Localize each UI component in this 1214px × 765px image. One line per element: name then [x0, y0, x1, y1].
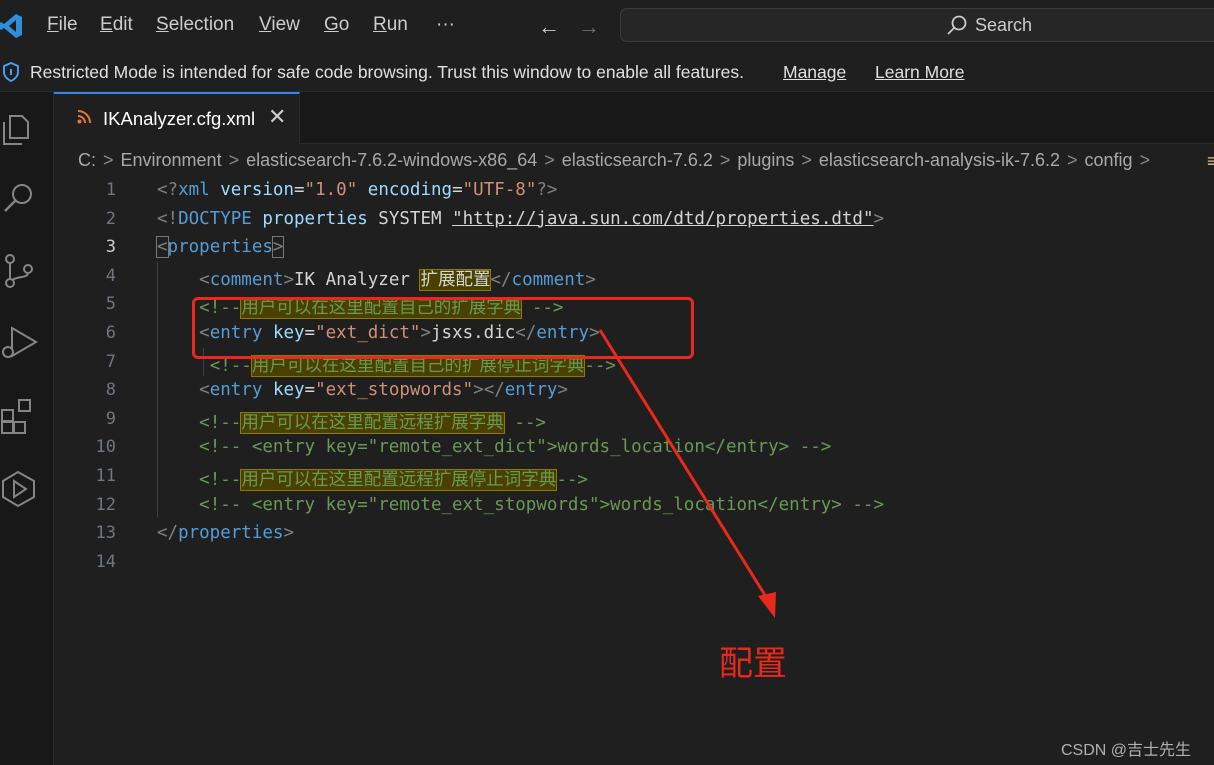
code-line[interactable]: <!-- <entry key="remote_ext_dict">words_…	[157, 437, 831, 457]
annotation-label: 配置	[719, 644, 787, 684]
search-icon[interactable]	[0, 178, 40, 218]
breadcrumb-item[interactable]: config	[1085, 150, 1133, 170]
breadcrumb-item[interactable]: elasticsearch-7.6.2	[562, 150, 713, 170]
menu-selection-label: election	[168, 14, 235, 35]
breadcrumb-item[interactable]: elasticsearch-analysis-ik-7.6.2	[819, 150, 1060, 170]
run-debug-icon[interactable]	[0, 322, 40, 362]
menu-go-label: o	[338, 14, 350, 35]
line-number: 5	[105, 294, 116, 315]
menu-selection[interactable]: Selection	[156, 14, 234, 36]
xml-file-icon	[77, 110, 91, 124]
line-number: 12	[95, 494, 116, 515]
chevron-right-icon: >	[228, 150, 240, 170]
menu-run-label: un	[386, 14, 408, 35]
breadcrumb-item[interactable]: plugins	[737, 150, 794, 170]
line-number: 3	[105, 237, 116, 258]
chevron-right-icon: >	[1067, 150, 1078, 170]
line-number: 10	[95, 437, 116, 458]
chevron-right-icon: >	[801, 150, 812, 170]
search-label: Search	[975, 15, 1033, 35]
line-number: 11	[95, 466, 116, 486]
code-line[interactable]: <!--用户可以在这里配置远程扩展停止词字典-->	[157, 466, 588, 491]
menu-edit-label: dit	[112, 14, 133, 35]
code-line[interactable]: <?xml version="1.0" encoding="UTF-8"?>	[157, 180, 557, 200]
line-number: 14	[95, 551, 116, 572]
menu-go[interactable]: Go	[324, 14, 349, 36]
chevron-right-icon: >	[719, 150, 731, 170]
menu-view[interactable]: View	[259, 14, 300, 36]
learn-more-link[interactable]: Learn More	[875, 62, 965, 83]
command-center-search[interactable]	[620, 8, 1214, 42]
code-line[interactable]: <!--用户可以在这里配置远程扩展字典 -->	[157, 409, 546, 434]
close-icon[interactable]: ✕	[268, 104, 286, 130]
watermark: CSDN @吉士先生	[1061, 742, 1192, 759]
annotation-highlight-box	[192, 297, 694, 359]
menu-view-label: iew	[271, 14, 300, 35]
line-number: 13	[95, 523, 116, 544]
forward-arrow-icon[interactable]: →	[578, 14, 600, 40]
shield-icon	[3, 62, 19, 82]
line-number: 2	[105, 208, 116, 229]
line-number: 7	[105, 351, 116, 372]
breadcrumb: C: > Environment > elasticsearch-7.6.2-windo…	[78, 150, 1214, 174]
breadcrumb-item[interactable]: Environment	[121, 150, 222, 170]
line-number: 1	[105, 180, 116, 200]
source-control-icon[interactable]	[0, 250, 40, 290]
line-number: 9	[105, 408, 116, 429]
vscode-logo-icon	[0, 14, 22, 38]
code-line[interactable]: <comment>IK Analyzer 扩展配置</comment>	[157, 266, 596, 291]
menu-file-label: ile	[58, 14, 78, 35]
menu-file[interactable]: File	[47, 14, 78, 36]
chevron-right-icon: >	[544, 150, 555, 170]
line-number: 6	[105, 323, 116, 343]
restricted-mode-message: Restricted Mode is intended for safe cod…	[30, 62, 744, 82]
breadcrumb-item[interactable]: C:	[78, 150, 96, 170]
activity-bar	[0, 92, 54, 765]
tab-label: IKAnalyzer.cfg.xml	[103, 108, 256, 129]
chevron-right-icon: >	[1139, 150, 1151, 170]
extensions-icon[interactable]	[0, 394, 40, 434]
breadcrumb-item[interactable]: elasticsearch-7.6.2-windows-x86_64	[246, 150, 537, 170]
manage-link[interactable]: Manage	[783, 62, 846, 83]
menu-run[interactable]: Run	[373, 14, 408, 36]
back-arrow-icon[interactable]: ←	[538, 14, 560, 40]
code-line[interactable]: <!DOCTYPE properties SYSTEM "http://java…	[157, 209, 884, 229]
explorer-icon[interactable]	[0, 108, 40, 148]
menu-more-button[interactable]: ···	[436, 14, 455, 36]
code-line[interactable]: <entry key="ext_stopwords"></entry>	[157, 380, 568, 400]
line-number: 4	[105, 265, 116, 286]
breadcrumb-file-icon: ≡	[1207, 151, 1214, 171]
code-line[interactable]: </properties>	[157, 523, 294, 543]
line-number: 8	[105, 380, 116, 401]
chevron-right-icon: >	[103, 150, 114, 170]
code-line[interactable]: <properties>	[156, 236, 285, 259]
remote-explorer-icon[interactable]	[0, 468, 40, 508]
code-line[interactable]: <!-- <entry key="remote_ext_stopwords">w…	[157, 495, 884, 515]
search-icon	[947, 15, 967, 35]
menu-edit[interactable]: Edit	[100, 14, 133, 36]
